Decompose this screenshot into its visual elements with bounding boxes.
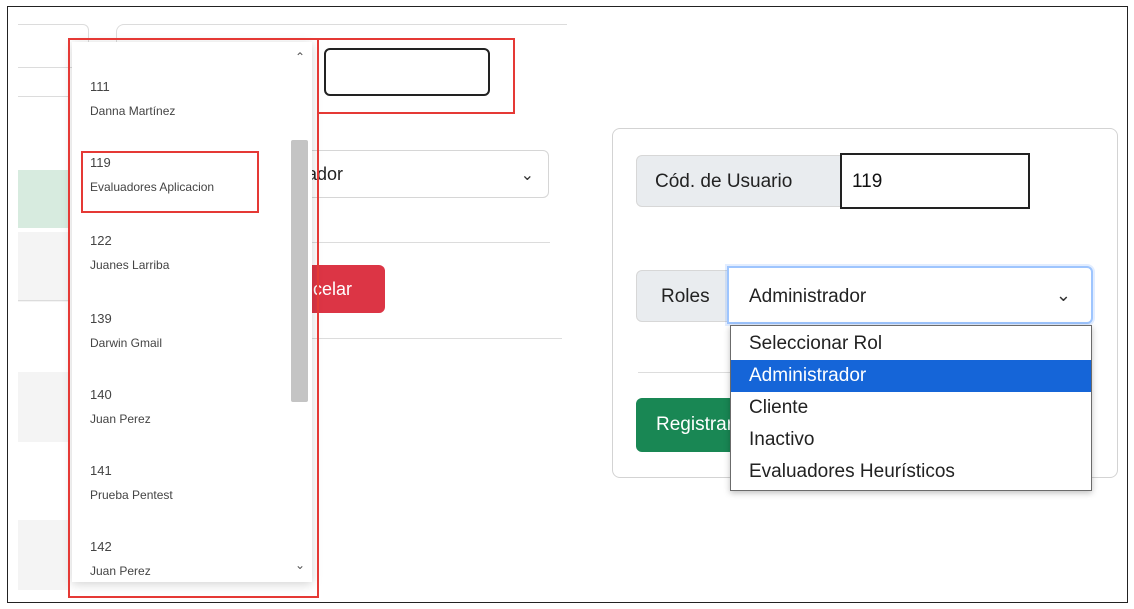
role-option-label: Administrador xyxy=(749,365,867,386)
register-button[interactable]: Registrar xyxy=(636,398,734,452)
role-option[interactable]: Seleccionar Rol xyxy=(731,328,1091,360)
role-option-selected[interactable]: Administrador xyxy=(731,360,1091,392)
chevron-down-icon: ⌄ xyxy=(520,167,534,184)
highlight-item-box xyxy=(81,151,259,213)
role-option-label: Evaluadores Heurísticos xyxy=(749,461,955,482)
role-option[interactable]: Evaluadores Heurísticos xyxy=(731,456,1091,488)
background-table-row xyxy=(18,372,70,442)
roles-label: Roles xyxy=(636,270,728,322)
divider xyxy=(300,338,562,339)
role-option[interactable]: Cliente xyxy=(731,392,1091,424)
roles-label-text: Roles xyxy=(661,286,710,307)
roles-select-value: Administrador xyxy=(749,286,867,307)
role-option[interactable]: Inactivo xyxy=(731,424,1091,456)
user-code-value: 119 xyxy=(852,171,883,192)
role-option-label: Inactivo xyxy=(749,429,815,450)
divider xyxy=(18,300,70,301)
background-roles-select[interactable]: trador ⌄ xyxy=(295,150,549,198)
role-option-label: Seleccionar Rol xyxy=(749,333,883,354)
background-table-header xyxy=(18,170,70,228)
user-code-input[interactable]: 119 xyxy=(840,153,1030,209)
roles-options-list[interactable]: Seleccionar Rol Administrador Cliente In… xyxy=(730,325,1092,491)
highlight-list-box xyxy=(68,38,319,598)
roles-select[interactable]: Administrador ⌄ xyxy=(727,266,1093,324)
background-table-row xyxy=(18,232,70,302)
user-code-label: Cód. de Usuario xyxy=(636,155,842,207)
role-option-label: Cliente xyxy=(749,397,809,418)
divider xyxy=(638,372,730,373)
register-button-label: Registrar xyxy=(656,414,734,435)
divider xyxy=(300,242,550,243)
user-code-label-text: Cód. de Usuario xyxy=(655,171,793,192)
divider xyxy=(18,96,70,97)
chevron-down-icon: ⌄ xyxy=(1055,285,1071,305)
highlight-input-box xyxy=(317,38,515,114)
background-table-row xyxy=(18,520,70,590)
